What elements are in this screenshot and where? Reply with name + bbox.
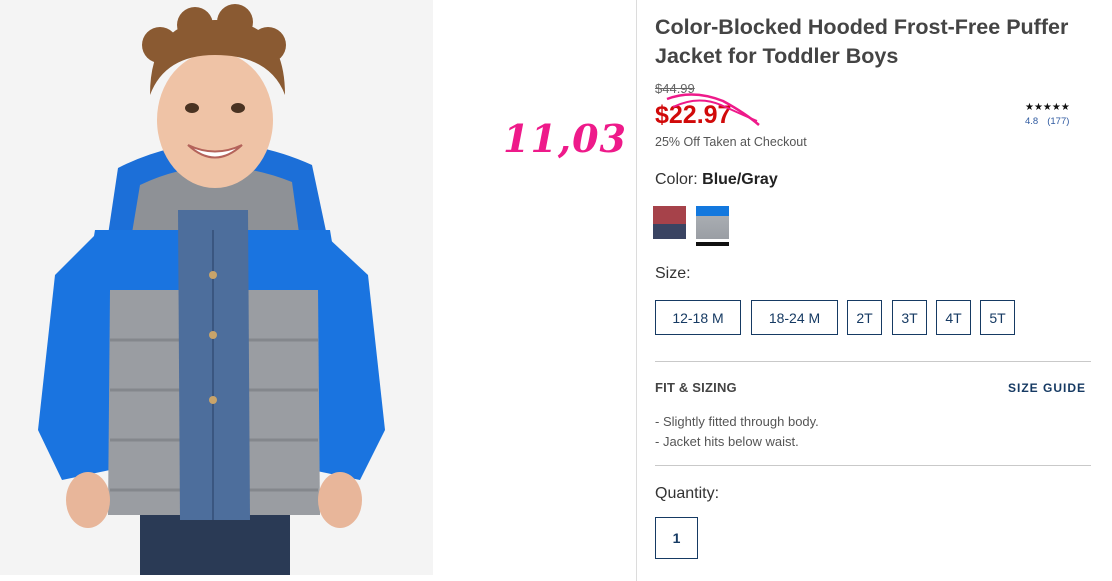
- product-photo-illustration: [0, 0, 433, 575]
- size-button-3t[interactable]: 3T: [892, 300, 927, 335]
- size-button-18-24m[interactable]: 18-24 M: [751, 300, 838, 335]
- size-button-12-18m[interactable]: 12-18 M: [655, 300, 741, 335]
- size-label: Size:: [655, 265, 691, 282]
- selected-swatch-indicator: [696, 242, 729, 246]
- review-count[interactable]: (177): [1047, 116, 1069, 127]
- vertical-divider: [636, 0, 637, 581]
- rating-summary[interactable]: ★★★★★ 4.8 (177): [1025, 102, 1085, 127]
- color-label: Color:: [655, 171, 698, 188]
- color-label-row: Color: Blue/Gray: [655, 171, 778, 189]
- list-item: - Slightly fitted through body.: [655, 414, 819, 429]
- size-button-4t[interactable]: 4T: [936, 300, 971, 335]
- rating-score: 4.8: [1025, 116, 1039, 127]
- rating-numbers: 4.8 (177): [1025, 116, 1085, 127]
- product-details-panel: Color-Blocked Hooded Frost-Free Puffer J…: [653, 0, 1095, 581]
- swatch-blue-gray[interactable]: [696, 206, 729, 239]
- selected-color: Blue/Gray: [702, 171, 778, 188]
- fit-details-list: - Slightly fitted through body. - Jacket…: [655, 412, 819, 452]
- sale-price: $22.97: [655, 101, 732, 129]
- quantity-label: Quantity:: [655, 485, 720, 502]
- product-title: Color-Blocked Hooded Frost-Free Puffer J…: [655, 15, 1069, 68]
- promo-text: 25% Off Taken at Checkout: [655, 135, 807, 149]
- section-divider: [655, 465, 1091, 466]
- size-button-5t[interactable]: 5T: [980, 300, 1015, 335]
- list-item: - Jacket hits below waist.: [655, 434, 799, 449]
- size-button-2t[interactable]: 2T: [847, 300, 882, 335]
- star-rating-icon: ★★★★★: [1025, 102, 1070, 113]
- product-image[interactable]: [0, 0, 433, 575]
- section-divider: [655, 361, 1091, 362]
- fit-sizing-heading: FIT & SIZING: [655, 380, 737, 395]
- quantity-selector[interactable]: 1: [655, 517, 698, 559]
- original-price: $44.99: [655, 81, 695, 96]
- handwritten-price-annotation: 11,03: [503, 116, 627, 161]
- swatch-red-navy[interactable]: [653, 206, 686, 239]
- size-guide-link[interactable]: SIZE GUIDE: [1008, 381, 1086, 395]
